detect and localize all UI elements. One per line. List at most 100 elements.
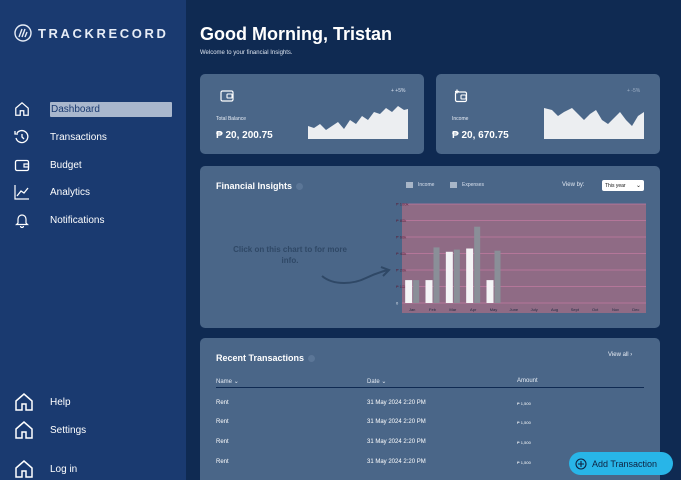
x-tick-label: May (490, 307, 498, 312)
add-transaction-button[interactable]: Add Transaction (569, 452, 673, 475)
wallet-icon (14, 157, 30, 173)
brand-name: TRACKRECORD (38, 25, 169, 41)
brand[interactable]: TRACKRECORD (14, 24, 168, 42)
financial-insights-card[interactable]: Financial Insights Income Expenses View … (200, 166, 660, 328)
card-value: ₱ 20, 200.75 (216, 130, 273, 141)
legend-expenses: Expenses (450, 182, 484, 188)
home-icon (14, 101, 30, 117)
x-tick-label: Jan (409, 307, 415, 312)
info-icon (296, 183, 304, 191)
sidebar-item-help[interactable]: Help (14, 393, 172, 411)
chevron-right-icon: › (630, 352, 633, 358)
sidebar-item-label: Log in (50, 463, 78, 475)
chevron-down-icon: ⌄ (381, 379, 387, 385)
balance-card[interactable]: + +5% Total Balance ₱ 20, 200.75 (200, 74, 424, 154)
home-icon (14, 392, 34, 412)
chevron-down-icon: ⌄ (233, 379, 239, 385)
sidebar-item-settings[interactable]: Settings (14, 421, 172, 439)
financial-chart[interactable]: 0 ₱ 10k ₱ 20k ₱ 40k ₱ 60k ₱ 80k ₱ 100k Jan Feb Ma… (396, 200, 646, 324)
column-header-name[interactable]: Name ⌄ (216, 378, 239, 385)
sidebar: TRACKRECORD Dashboard Transactions Budge… (0, 0, 186, 480)
page-title: Good Morning, Tristan (200, 24, 392, 44)
view-by-select[interactable]: This year ⌄ (602, 180, 644, 191)
income-sparkline (544, 108, 644, 139)
legend-income: Income (406, 182, 434, 188)
y-tick-label: ₱ 60k (396, 235, 406, 240)
sidebar-item-budget[interactable]: Budget (14, 156, 172, 174)
y-tick-label: ₱ 100k (396, 202, 408, 207)
bar-expenses (453, 249, 460, 303)
card-label: Income (452, 116, 469, 122)
chevron-down-icon: ⌄ (635, 183, 641, 189)
card-label: Total Balance (216, 116, 247, 122)
x-tick-label: Aug (551, 307, 558, 312)
row-amount: ₱ 1,500 (517, 440, 531, 445)
row-date: 31 May 2024 2:20 PM (367, 439, 426, 445)
bar-income (445, 251, 453, 303)
column-header-date[interactable]: Date ⌄ (367, 378, 386, 385)
row-name: Rent (216, 419, 229, 425)
legend-swatch (406, 182, 413, 188)
home-icon (14, 420, 34, 440)
x-tick-label: Mar (449, 307, 457, 312)
x-tick-label: Nov (612, 307, 619, 312)
sidebar-item-dashboard[interactable]: Dashboard (14, 100, 172, 118)
button-label: Add Transaction (592, 458, 658, 469)
x-tick-label: Sept (571, 307, 580, 312)
sidebar-item-label: Transactions (50, 131, 107, 143)
y-tick-label: ₱ 40k (396, 251, 406, 256)
sidebar-item-analytics[interactable]: Analytics (14, 183, 172, 201)
arrow-icon (321, 266, 391, 284)
row-date: 31 May 2024 2:20 PM (367, 400, 426, 406)
info-icon (308, 355, 316, 363)
y-tick-label: ₱ 20k (396, 268, 406, 273)
balance-sparkline (308, 106, 408, 139)
row-name: Rent (216, 439, 229, 445)
history-icon (14, 129, 30, 145)
x-tick-label: Dec (632, 307, 639, 312)
bar-income (466, 248, 474, 303)
bar-income (405, 280, 413, 303)
bar-income (486, 280, 494, 303)
change-indicator: + -5% (627, 88, 641, 94)
row-amount: ₱ 1,500 (517, 460, 531, 465)
divider (216, 387, 644, 388)
sidebar-item-notifications[interactable]: Notifications (14, 211, 172, 229)
sidebar-item-label: Settings (50, 424, 87, 436)
legend-swatch (450, 182, 457, 188)
chart-hint: Click on this chart to for more info. (233, 245, 347, 265)
row-amount: ₱ 1,500 (517, 420, 531, 425)
section-title: Financial Insights (216, 181, 304, 191)
legend-label: Expenses (462, 182, 484, 188)
sidebar-item-label: Notifications (50, 214, 105, 226)
x-tick-label: July (531, 307, 538, 312)
select-value: This year (605, 182, 626, 189)
sidebar-item-login[interactable]: Log in (14, 460, 172, 478)
bar-expenses (433, 247, 440, 303)
page-subtitle: Welcome to your financial Insights. (200, 50, 293, 56)
row-date: 31 May 2024 2:20 PM (367, 459, 426, 465)
sidebar-item-transactions[interactable]: Transactions (14, 128, 172, 146)
x-tick-label: Feb (429, 307, 437, 312)
row-date: 31 May 2024 2:20 PM (367, 419, 426, 425)
wallet-plus-icon (454, 89, 468, 103)
row-amount: ₱ 1,500 (517, 401, 531, 406)
bar-expenses (474, 226, 481, 303)
row-name: Rent (216, 400, 229, 406)
sidebar-item-label: Analytics (50, 186, 91, 198)
sidebar-item-label: Help (50, 396, 71, 408)
legend-label: Income (418, 182, 435, 188)
column-header-amount: Amount (517, 378, 538, 384)
view-all-link[interactable]: View all › (608, 352, 632, 358)
home-icon (14, 459, 34, 479)
card-value: ₱ 20, 670.75 (452, 130, 509, 141)
income-card[interactable]: + -5% Income ₱ 20, 670.75 (436, 74, 660, 154)
bar-income (425, 280, 433, 303)
y-tick-label: 0 (396, 301, 399, 306)
row-name: Rent (216, 459, 229, 465)
bar-expenses (494, 250, 501, 303)
x-tick-label: June (509, 307, 518, 312)
bell-icon (14, 212, 30, 228)
view-by-label: View by: (562, 182, 585, 188)
x-tick-label: Apr (470, 307, 477, 312)
